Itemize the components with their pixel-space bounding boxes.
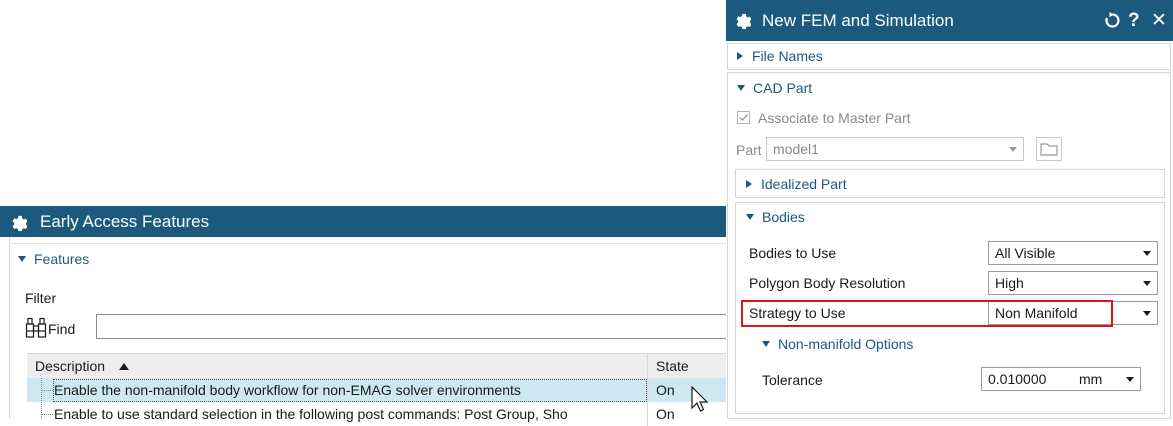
new-fem-simulation-dialog: New FEM and Simulation ? ✕ File Names CA… xyxy=(726,0,1173,419)
polygon-resolution-select[interactable]: High xyxy=(988,271,1158,295)
column-state[interactable]: State xyxy=(656,358,689,374)
table-row[interactable]: Enable the non-manifold body workflow fo… xyxy=(27,378,730,402)
column-separator xyxy=(647,402,648,426)
file-names-section[interactable]: File Names xyxy=(727,43,1171,70)
chevron-down-icon xyxy=(1126,377,1134,382)
gear-icon xyxy=(736,13,751,29)
column-description[interactable]: Description xyxy=(35,358,129,374)
eaf-title-bar[interactable]: Early Access Features xyxy=(0,206,730,237)
bodies-header[interactable]: Bodies xyxy=(746,209,805,225)
part-label: Part xyxy=(736,142,762,158)
tree-line-vertical xyxy=(41,378,42,419)
tree-line xyxy=(41,414,53,415)
folder-icon xyxy=(1040,143,1058,156)
checkmark-icon xyxy=(739,114,749,122)
eaf-divider xyxy=(9,243,730,244)
features-section-header[interactable]: Features xyxy=(18,251,89,267)
reset-icon[interactable] xyxy=(1104,12,1121,29)
idealized-part-section[interactable]: Idealized Part xyxy=(735,169,1165,198)
mouse-cursor-icon xyxy=(691,386,709,412)
table-row[interactable]: Enable to use standard selection in the … xyxy=(27,402,730,426)
fem-title-bar[interactable]: New FEM and Simulation ? ✕ xyxy=(726,0,1173,41)
tree-line xyxy=(41,390,53,391)
collapse-caret-icon xyxy=(762,341,770,348)
column-separator[interactable] xyxy=(647,354,648,379)
chevron-down-icon xyxy=(1143,311,1151,316)
open-folder-button[interactable] xyxy=(1036,137,1062,161)
collapse-caret-icon xyxy=(737,85,745,92)
bodies-to-use-label: Bodies to Use xyxy=(749,245,837,261)
associate-checkbox[interactable] xyxy=(737,111,750,124)
eaf-left-border xyxy=(9,237,10,419)
file-names-label: File Names xyxy=(752,48,823,64)
expand-caret-icon xyxy=(737,52,743,61)
part-select[interactable]: model1 xyxy=(766,137,1024,161)
find-label: Find xyxy=(48,321,76,337)
row-description: Enable to use standard selection in the … xyxy=(54,406,568,422)
chevron-down-icon xyxy=(1143,251,1151,256)
tolerance-unit: mm xyxy=(1079,371,1103,387)
filter-label: Filter xyxy=(25,290,57,306)
fem-title: New FEM and Simulation xyxy=(762,11,954,30)
eaf-title: Early Access Features xyxy=(40,212,210,231)
cad-part-header[interactable]: CAD Part xyxy=(737,80,812,96)
sort-ascending-icon xyxy=(118,363,129,370)
bodies-to-use-select[interactable]: All Visible xyxy=(988,241,1158,265)
collapse-caret-icon xyxy=(18,256,26,263)
binoculars-icon xyxy=(25,317,47,339)
chevron-down-icon xyxy=(1009,147,1017,152)
help-icon[interactable]: ? xyxy=(1128,0,1140,41)
close-icon[interactable]: ✕ xyxy=(1151,0,1167,41)
column-separator xyxy=(647,378,648,402)
find-input[interactable] xyxy=(96,314,736,339)
expand-caret-icon xyxy=(746,180,752,189)
row-state: On xyxy=(656,406,675,422)
nonmanifold-options-header[interactable]: Non-manifold Options xyxy=(762,336,913,352)
table-header: Description State xyxy=(27,353,730,379)
collapse-caret-icon xyxy=(746,214,754,221)
highlight-outline xyxy=(741,300,1113,327)
associate-label: Associate to Master Part xyxy=(758,110,911,126)
tolerance-label: Tolerance xyxy=(762,372,823,388)
gear-icon xyxy=(12,215,27,231)
polygon-resolution-label: Polygon Body Resolution xyxy=(749,275,906,291)
idealized-part-label: Idealized Part xyxy=(761,176,847,192)
tolerance-input[interactable]: 0.010000 mm xyxy=(981,367,1141,391)
chevron-down-icon xyxy=(1143,281,1151,286)
row-state: On xyxy=(656,382,675,398)
row-description: Enable the non-manifold body workflow fo… xyxy=(54,382,521,398)
